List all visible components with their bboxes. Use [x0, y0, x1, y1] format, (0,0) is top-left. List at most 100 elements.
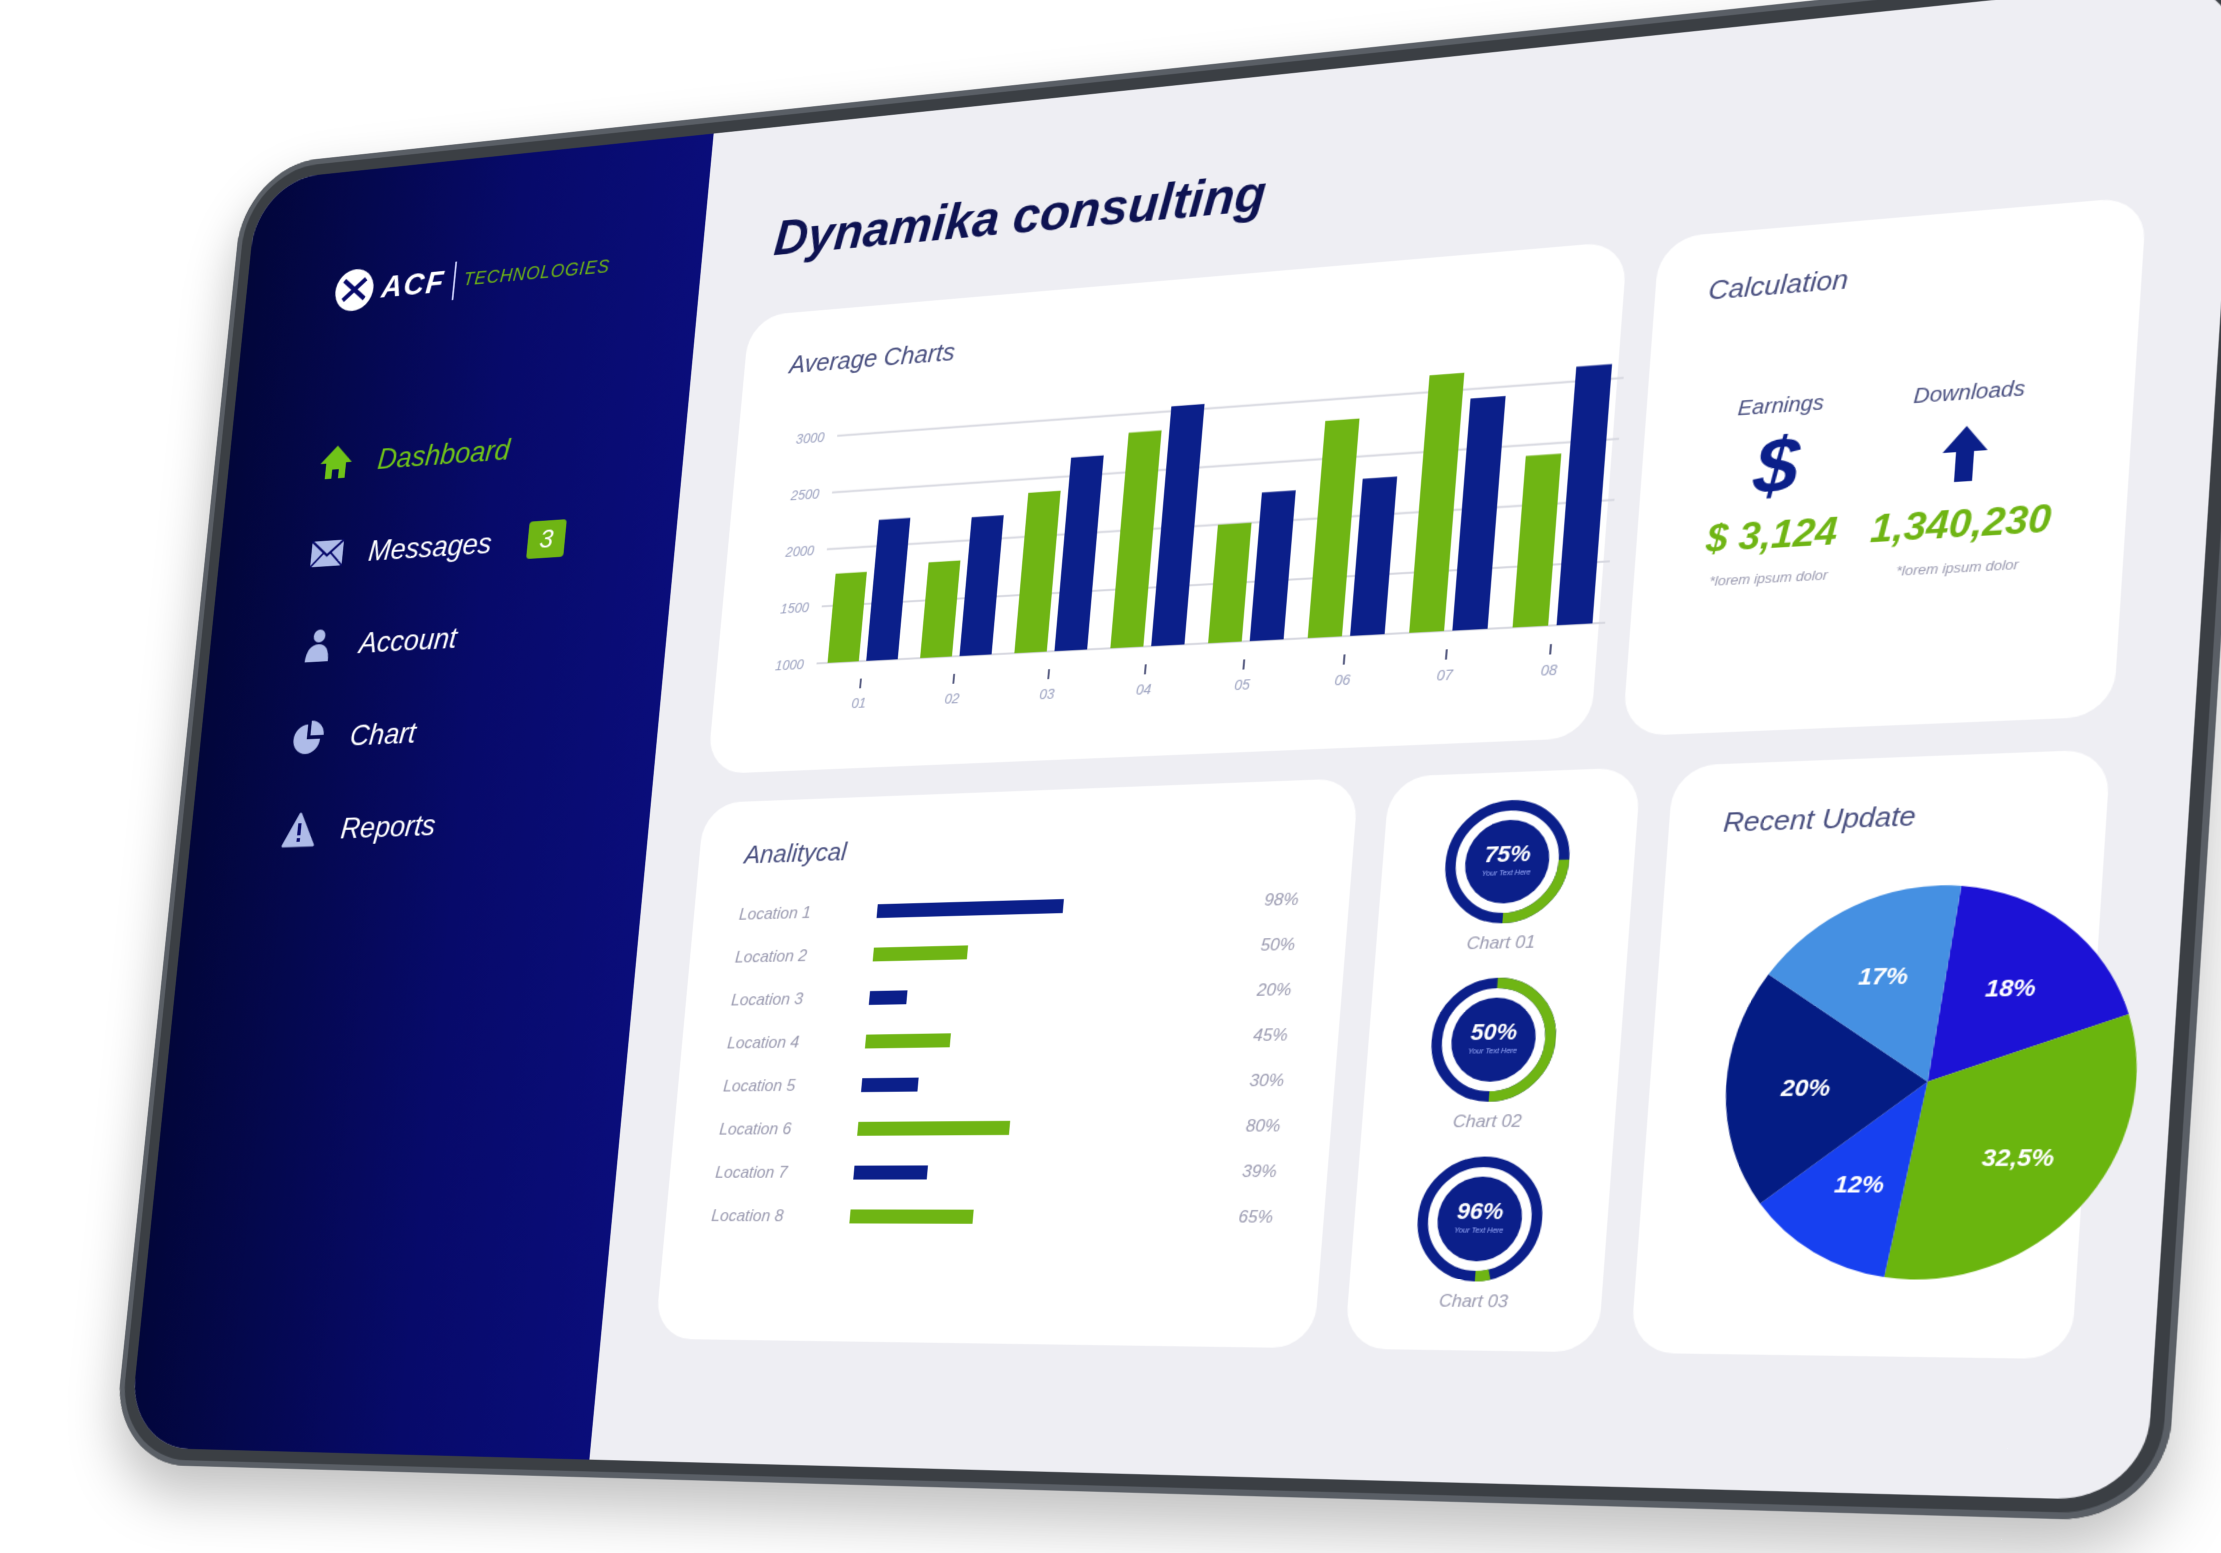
location-bar	[872, 945, 969, 962]
location-label: Location 4	[726, 1032, 801, 1053]
location-percent: 65%	[1237, 1206, 1274, 1227]
bar-blue	[959, 515, 1004, 657]
sidebar-item-chart[interactable]: Chart	[287, 696, 550, 768]
progress-donut: 75% Your Text Here	[1440, 797, 1576, 926]
location-bar	[864, 1033, 951, 1049]
progress-donut: 50% Your Text Here	[1426, 975, 1562, 1103]
downloads-value: 1,340,230	[1868, 496, 2053, 551]
sidebar-item-label: Account	[357, 620, 459, 660]
donut-caption: Chart 02	[1452, 1110, 1523, 1132]
location-label: Location 5	[722, 1075, 797, 1096]
donut-charts-card: 75% Your Text Here Chart 01 50% Your Text He…	[1344, 767, 1642, 1353]
calculation-card: Calculation Earnings $ $ 3,124 *lorem ip…	[1622, 196, 2147, 737]
location-percent: 39%	[1241, 1161, 1278, 1182]
dollar-icon: $	[1750, 420, 1803, 511]
card-title: Recent Update	[1722, 799, 1917, 839]
bar-green	[1512, 453, 1562, 628]
earnings-stat: Earnings $ $ 3,124 *lorem ipsum dolor	[1702, 390, 1847, 590]
sidebar-item-dashboard[interactable]: Dashboard	[315, 414, 577, 492]
bar-green	[1307, 418, 1360, 639]
bar-green	[827, 571, 867, 663]
x-tick-label: 06	[1334, 671, 1351, 688]
location-bar-track	[853, 1165, 1243, 1180]
sidebar-item-messages[interactable]: Messages 3	[306, 508, 568, 584]
bar-blue	[866, 517, 911, 661]
pie-chart-icon	[288, 716, 329, 758]
card-title: Calculation	[1707, 263, 1850, 306]
bar-blue	[1452, 396, 1506, 631]
envelope-icon	[307, 532, 347, 575]
stage: ACF TECHNOLOGIES Dashboard Messages 3 Ac…	[0, 0, 2221, 1553]
main-content: Dynamika consulting Average Charts 1000 1…	[589, 0, 2221, 1501]
y-tick-label: 1500	[780, 599, 810, 616]
location-bar-track	[864, 1029, 1254, 1049]
arrow-up-icon	[1873, 410, 2059, 496]
x-tick-mark	[953, 674, 954, 684]
bar-blue	[1249, 490, 1296, 642]
location-percent: 80%	[1245, 1115, 1282, 1136]
bar-green	[1208, 522, 1252, 644]
location-label: Location 1	[738, 903, 812, 924]
recent-update-card: Recent Update 18% 32,5% 12% 20% 17%	[1630, 749, 2141, 1360]
downloads-stat: Downloads 1,340,230 *lorem ipsum dolor	[1867, 375, 2061, 581]
earnings-label: Earnings	[1737, 391, 1825, 421]
x-tick-label: 04	[1135, 681, 1152, 698]
donut-subtext: Your Text Here	[1453, 1227, 1504, 1235]
user-icon	[298, 624, 338, 666]
location-label: Location 6	[718, 1119, 793, 1139]
analytical-card: Analitycal Location 1 98% Location 2 50% Loc…	[654, 777, 1359, 1349]
logo-divider	[451, 261, 458, 301]
location-bar	[849, 1209, 974, 1224]
pie-slice-label: 18%	[1984, 974, 2037, 1003]
sidebar-item-label: Reports	[339, 807, 438, 845]
analytical-row: Location 6 80%	[717, 1103, 1282, 1151]
pie-slice-label: 12%	[1833, 1171, 1885, 1199]
x-tick-label: 03	[1039, 685, 1056, 702]
analytical-row: Location 4 45%	[725, 1013, 1289, 1065]
x-tick-label: 08	[1540, 661, 1558, 679]
y-tick-label: 2500	[789, 485, 820, 503]
donut-value: 50%	[1469, 1018, 1519, 1046]
location-bar-track	[868, 983, 1258, 1005]
x-tick-label: 01	[851, 695, 867, 711]
x-tick-mark	[1550, 644, 1551, 654]
location-bar	[876, 899, 1064, 919]
location-bar-track	[857, 1119, 1246, 1136]
warning-icon	[279, 809, 320, 851]
brand-logo: ACF TECHNOLOGIES	[333, 245, 612, 313]
location-label: Location 8	[710, 1206, 785, 1226]
y-tick-label: 3000	[795, 429, 825, 447]
location-percent: 20%	[1256, 979, 1293, 1000]
sidebar-item-reports[interactable]: Reports	[278, 791, 541, 861]
location-bar	[853, 1165, 928, 1180]
analytical-row: Location 7 39%	[713, 1149, 1278, 1195]
bar-blue	[1350, 476, 1398, 636]
x-tick-label: 07	[1436, 666, 1455, 683]
donut-caption: Chart 03	[1438, 1290, 1509, 1312]
screen: ACF TECHNOLOGIES Dashboard Messages 3 Ac…	[128, 0, 2221, 1501]
pie-slice-label: 17%	[1858, 962, 1909, 990]
card-title: Analitycal	[743, 836, 848, 870]
y-tick-label: 1000	[775, 656, 805, 673]
donut-value: 96%	[1456, 1197, 1505, 1225]
location-bar-track	[861, 1074, 1250, 1093]
x-tick-label: 02	[944, 690, 960, 707]
location-bar-track	[872, 938, 1262, 962]
average-bar-chart: 1000 1500 2000 2500 3000 01 02 03 04 05 06 07 08	[775, 364, 1649, 711]
donut-list: 75% Your Text Here Chart 01 50% Your Text He…	[1408, 791, 1575, 1330]
pie-slice-label: 20%	[1779, 1073, 1831, 1101]
calc-columns: Earnings $ $ 3,124 *lorem ipsum dolor Do…	[1686, 374, 2077, 591]
sidebar-item-label: Dashboard	[376, 431, 512, 475]
bar-blue	[1054, 455, 1104, 652]
location-percent: 30%	[1248, 1070, 1285, 1091]
location-percent: 50%	[1259, 934, 1296, 955]
logo-name: ACF	[379, 263, 447, 305]
logo-tagline: TECHNOLOGIES	[462, 255, 611, 290]
pie-slice-label: 32,5%	[1981, 1143, 2055, 1171]
location-label: Location 3	[730, 989, 804, 1010]
sidebar-item-account[interactable]: Account	[297, 602, 560, 676]
home-icon	[316, 441, 356, 484]
x-tick-mark	[1145, 664, 1146, 674]
location-bar-track	[876, 893, 1265, 919]
location-label: Location 2	[734, 946, 808, 967]
